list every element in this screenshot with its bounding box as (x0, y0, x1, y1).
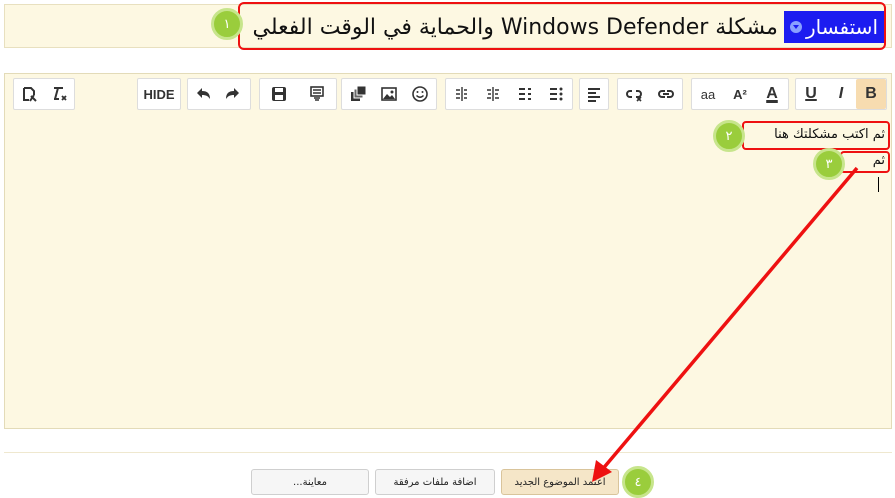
list-icon[interactable] (541, 79, 573, 109)
step-badge-2: ٢ (713, 120, 745, 152)
media-icon[interactable] (342, 79, 373, 109)
toolbar-group-history (187, 78, 251, 110)
unlink-icon[interactable] (618, 79, 650, 109)
align-left-icon[interactable] (446, 79, 478, 109)
font-size-button[interactable]: aa (692, 79, 724, 109)
editor-toolbar: HIDE aa A² A U I B (5, 74, 891, 117)
bold-button[interactable]: B (856, 79, 886, 109)
undo-icon[interactable] (188, 79, 218, 109)
toolbar-group-source (13, 78, 75, 110)
text-caret (878, 177, 879, 192)
toolbar-group-basic: U I B (795, 78, 887, 110)
toolbar-group-insert (341, 78, 437, 110)
redo-icon[interactable] (218, 79, 248, 109)
step-badge-1: ١ (211, 8, 243, 40)
toolbar-group-paragraph (579, 78, 609, 110)
align-right-icon[interactable] (509, 79, 541, 109)
toolbar-group-hide: HIDE (137, 78, 181, 110)
toolbar-group-drafts (259, 78, 337, 110)
editor-line-1: ثم اكتب مشكلتك هنا (774, 127, 885, 142)
drafts-list-icon[interactable] (298, 79, 336, 109)
align-center-icon[interactable] (478, 79, 510, 109)
underline-button[interactable]: U (796, 79, 826, 109)
font-style-button[interactable]: A² (724, 79, 756, 109)
attach-files-button[interactable]: اضافة ملفات مرفقة (375, 469, 495, 495)
step-badge-4: ٤ (622, 466, 654, 498)
toolbar-group-font: aa A² A (691, 78, 789, 110)
editor-line-2: ثم (872, 153, 885, 168)
thread-title-row[interactable]: استفسار مشكلة Windows Defender والحماية … (248, 10, 884, 44)
toolbar-group-links (617, 78, 683, 110)
smilies-icon[interactable] (405, 79, 436, 109)
italic-button[interactable]: I (826, 79, 856, 109)
remove-format-icon[interactable] (44, 79, 74, 109)
chevron-down-icon[interactable] (789, 21, 802, 33)
preview-button[interactable]: معاينة... (251, 469, 369, 495)
toggle-source-icon[interactable] (14, 79, 44, 109)
step-badge-3: ٣ (813, 148, 845, 180)
hide-button[interactable]: HIDE (138, 79, 180, 109)
thread-prefix-dropdown[interactable]: استفسار (783, 11, 884, 43)
insert-image-icon[interactable] (373, 79, 404, 109)
prefix-label: استفسار (805, 15, 878, 39)
link-icon[interactable] (650, 79, 682, 109)
thread-title-input[interactable]: مشكلة Windows Defender والحماية في الوقت… (253, 15, 778, 40)
save-draft-icon[interactable] (260, 79, 298, 109)
font-color-button[interactable]: A (756, 79, 788, 109)
editor-body[interactable] (5, 116, 891, 428)
submit-thread-button[interactable]: اعتمد الموضوع الجديد (501, 469, 619, 495)
toolbar-group-align (445, 78, 573, 110)
paragraph-align-icon[interactable] (580, 79, 608, 109)
